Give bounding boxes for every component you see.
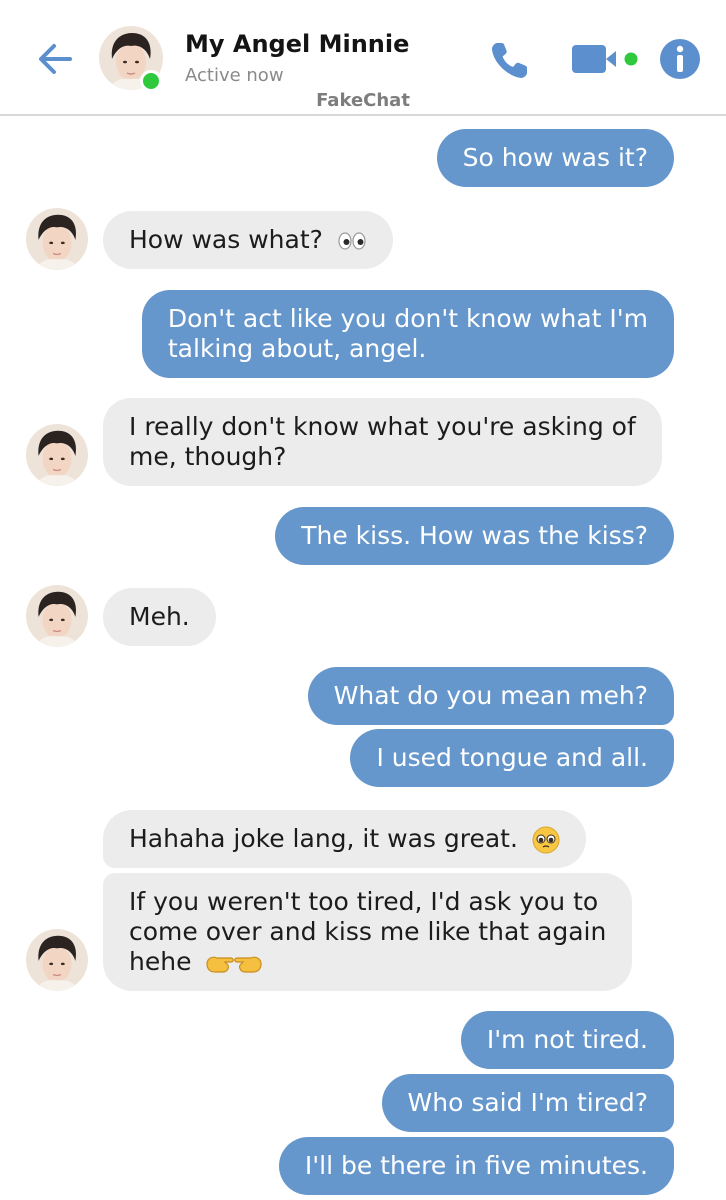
message-received[interactable]: How was what? bbox=[103, 211, 393, 269]
message-text: So how was it? bbox=[462, 143, 648, 172]
message-text-line: me, though? bbox=[129, 442, 287, 471]
info-icon[interactable] bbox=[659, 38, 701, 80]
message-text: What do you mean meh? bbox=[333, 681, 648, 710]
contact-avatar[interactable] bbox=[26, 929, 88, 991]
message-sent[interactable]: The kiss. How was the kiss? bbox=[275, 507, 674, 565]
message-sent[interactable]: Don't act like you don't know what I'm t… bbox=[141, 290, 674, 378]
message-text-line: talking about, angel. bbox=[167, 334, 427, 363]
message-text: How was what? bbox=[129, 225, 323, 254]
message-text-line: come over and kiss me like that again bbox=[129, 917, 607, 946]
pleading-face-emoji-icon bbox=[532, 826, 560, 854]
contact-status: Active now bbox=[185, 65, 284, 86]
arrow-left-icon[interactable] bbox=[34, 38, 76, 80]
message-sent[interactable]: I used tongue and all. bbox=[350, 729, 674, 787]
message-text: I'm not tired. bbox=[486, 1025, 648, 1054]
contact-avatar[interactable] bbox=[26, 424, 88, 486]
message-received[interactable]: Hahaha joke lang, it was great. bbox=[103, 810, 586, 868]
message-text-line: If you weren't too tired, I'd ask you to bbox=[129, 887, 599, 916]
message-sent[interactable]: Who said I'm tired? bbox=[381, 1074, 674, 1132]
message-sent[interactable]: What do you mean meh? bbox=[307, 667, 674, 725]
message-received[interactable]: If you weren't too tired, I'd ask you to… bbox=[103, 873, 633, 991]
message-text: hehe bbox=[129, 947, 192, 976]
message-text: Who said I'm tired? bbox=[407, 1088, 648, 1117]
message-sent[interactable]: I'm not tired. bbox=[460, 1011, 674, 1069]
message-text: Hahaha joke lang, it was great. bbox=[129, 824, 518, 853]
phone-icon[interactable] bbox=[488, 38, 532, 82]
message-text: Meh. bbox=[129, 602, 190, 631]
eyes-emoji-icon bbox=[338, 232, 366, 250]
message-text-line: Don't act like you don't know what I'm bbox=[167, 304, 648, 333]
contact-avatar[interactable] bbox=[26, 585, 88, 647]
watermark: FakeChat bbox=[316, 90, 410, 111]
pointing-fingers-emoji-icon bbox=[206, 956, 263, 973]
message-text: I used tongue and all. bbox=[376, 743, 648, 772]
chat-header: My Angel Minnie Active now FakeChat bbox=[0, 0, 726, 116]
contact-name[interactable]: My Angel Minnie bbox=[185, 30, 409, 58]
message-sent[interactable]: I'll be there in five minutes. bbox=[278, 1137, 674, 1195]
message-sent[interactable]: So how was it? bbox=[436, 129, 674, 187]
message-received[interactable]: I really don't know what you're asking o… bbox=[103, 398, 662, 486]
video-camera-icon[interactable] bbox=[570, 40, 640, 78]
message-received[interactable]: Meh. bbox=[103, 588, 216, 646]
message-text: The kiss. How was the kiss? bbox=[301, 521, 648, 550]
contact-avatar[interactable] bbox=[26, 208, 88, 270]
message-text: I'll be there in five minutes. bbox=[304, 1151, 648, 1180]
message-text-line: hehe bbox=[129, 947, 606, 977]
message-text-line: I really don't know what you're asking o… bbox=[129, 412, 636, 441]
online-status-dot bbox=[140, 70, 162, 92]
